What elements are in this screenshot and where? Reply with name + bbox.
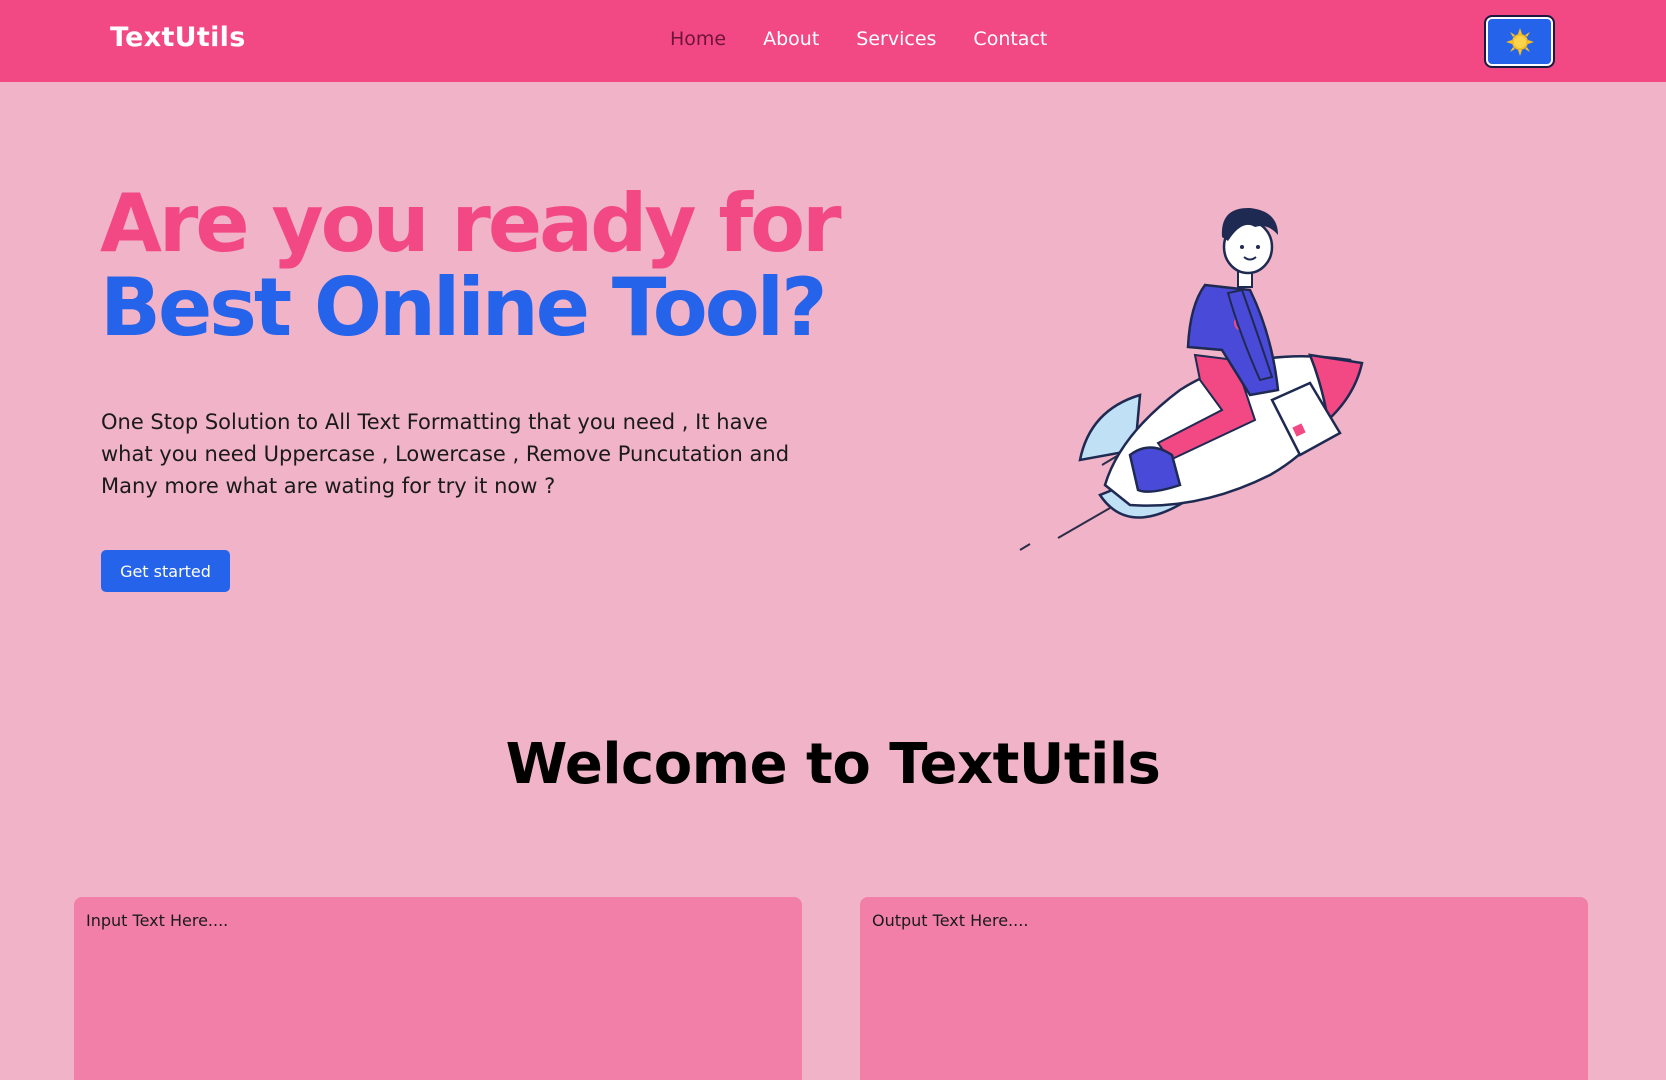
hero-title-line2: Best Online Tool? [100, 261, 828, 354]
nav-link-home[interactable]: Home [670, 28, 726, 50]
get-started-button[interactable]: Get started [101, 550, 230, 592]
hero-title: Are you ready for Best Online Tool? [100, 177, 842, 354]
nav-link-contact[interactable]: Contact [973, 28, 1047, 50]
navbar: TextUtils Home About Services Contact [0, 0, 1666, 82]
brand-logo[interactable]: TextUtils [110, 22, 246, 53]
nav-links: Home About Services Contact [670, 28, 1047, 50]
nav-link-services[interactable]: Services [856, 28, 936, 50]
rocket-rider-illustration [1019, 207, 1364, 551]
input-textarea[interactable] [74, 897, 802, 1080]
section-title: Welcome to TextUtils [505, 732, 1161, 797]
output-textarea[interactable] [860, 897, 1588, 1080]
hero-description: One Stop Solution to All Text Formatting… [101, 410, 790, 498]
theme-toggle-button[interactable] [1484, 15, 1555, 68]
nav-link-about[interactable]: About [763, 28, 819, 50]
sun-icon [1505, 27, 1534, 56]
hero-title-line1: Are you ready for [100, 177, 842, 270]
